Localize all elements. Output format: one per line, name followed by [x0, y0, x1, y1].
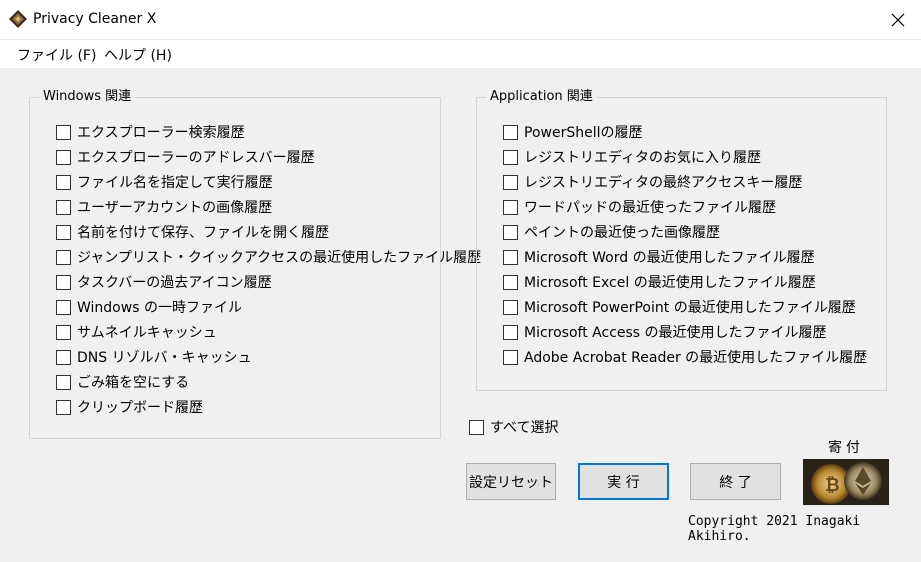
windows-item-checkbox-1[interactable]: エクスプローラーのアドレスバー履歴 [56, 147, 315, 167]
app-item-checkbox-label: Microsoft PowerPoint の最近使用したファイル履歴 [524, 300, 856, 316]
application-group-title: Application 関連 [486, 89, 597, 105]
app-item-checkbox-label: Microsoft Excel の最近使用したファイル履歴 [524, 275, 816, 291]
checkbox-box[interactable] [503, 349, 518, 365]
app-item-checkbox-label: PowerShellの履歴 [524, 125, 643, 141]
windows-item-checkbox-10[interactable]: ごみ箱を空にする [56, 372, 189, 392]
app-item-checkbox-6[interactable]: Microsoft Excel の最近使用したファイル履歴 [503, 272, 816, 292]
exit-button[interactable]: 終 了 [690, 463, 781, 500]
windows-item-checkbox-label: ファイル名を指定して実行履歴 [77, 175, 273, 191]
windows-item-checkbox-6[interactable]: タスクバーの過去アイコン履歴 [56, 272, 272, 292]
menu-help[interactable]: ヘルプ (H) [104, 45, 172, 65]
checkbox-box[interactable] [503, 274, 518, 290]
windows-item-checkbox-label: ユーザーアカウントの画像履歴 [77, 200, 273, 216]
window-title: Privacy Cleaner X [33, 11, 157, 27]
checkbox-box[interactable] [56, 149, 71, 165]
app-item-checkbox-4[interactable]: ペイントの最近使った画像履歴 [503, 222, 720, 242]
checkbox-box[interactable] [56, 124, 71, 140]
application-group: Application 関連 PowerShellの履歴レジストリエディタのお気… [476, 89, 887, 391]
menu-file[interactable]: ファイル (F) [17, 45, 96, 65]
checkbox-box[interactable] [56, 224, 71, 240]
app-item-checkbox-1[interactable]: レジストリエディタのお気に入り履歴 [503, 147, 761, 167]
checkbox-box[interactable] [56, 349, 71, 365]
checkbox-box[interactable] [56, 324, 71, 340]
select-all-checkbox[interactable]: すべて選択 [469, 417, 558, 437]
app-item-checkbox-0[interactable]: PowerShellの履歴 [503, 122, 642, 142]
checkbox-box[interactable] [503, 149, 518, 165]
windows-item-checkbox-11[interactable]: クリップボード履歴 [56, 397, 203, 417]
app-item-checkbox-label: ペイントの最近使った画像履歴 [524, 225, 720, 241]
menu-bar: ファイル (F) ヘルプ (H) [0, 40, 921, 68]
app-item-checkbox-label: Microsoft Word の最近使用したファイル履歴 [524, 250, 815, 266]
app-item-checkbox-8[interactable]: Microsoft Access の最近使用したファイル履歴 [503, 322, 827, 342]
app-item-checkbox-label: レジストリエディタのお気に入り履歴 [524, 150, 762, 166]
donate-coins-icon[interactable]: ₿ [803, 459, 889, 505]
title-bar: Privacy Cleaner X [0, 0, 921, 40]
windows-item-checkbox-5[interactable]: ジャンプリスト・クイックアクセスの最近使用したファイル履歴 [56, 247, 481, 267]
app-item-checkbox-label: Microsoft Access の最近使用したファイル履歴 [524, 325, 827, 341]
windows-item-checkbox-4[interactable]: 名前を付けて保存、ファイルを開く履歴 [56, 222, 329, 242]
app-item-checkbox-label: Adobe Acrobat Reader の最近使用したファイル履歴 [524, 350, 868, 366]
checkbox-box[interactable] [56, 399, 71, 415]
windows-item-checkbox-label: クリップボード履歴 [77, 400, 203, 416]
reset-settings-button[interactable]: 設定リセット [466, 463, 556, 500]
windows-item-checkbox-3[interactable]: ユーザーアカウントの画像履歴 [56, 197, 272, 217]
select-all-label: すべて選択 [490, 420, 559, 436]
windows-item-checkbox-2[interactable]: ファイル名を指定して実行履歴 [56, 172, 273, 192]
windows-item-checkbox-label: サムネイルキャッシュ [77, 325, 217, 341]
app-icon [9, 10, 27, 28]
checkbox-box[interactable] [56, 299, 71, 315]
checkbox-box[interactable] [503, 224, 518, 240]
svg-text:₿: ₿ [825, 475, 840, 496]
checkbox-box[interactable] [503, 174, 518, 190]
checkbox-box[interactable] [56, 199, 71, 215]
checkbox-box[interactable] [503, 199, 518, 215]
windows-item-checkbox-label: エクスプローラーのアドレスバー履歴 [77, 150, 315, 166]
windows-item-checkbox-label: ごみ箱を空にする [77, 375, 190, 391]
app-item-checkbox-5[interactable]: Microsoft Word の最近使用したファイル履歴 [503, 247, 815, 267]
copyright-text: Copyright 2021 Inagaki Akihiro. [688, 514, 861, 544]
checkbox-box[interactable] [503, 249, 518, 265]
windows-item-checkbox-7[interactable]: Windows の一時ファイル [56, 297, 242, 317]
app-item-checkbox-7[interactable]: Microsoft PowerPoint の最近使用したファイル履歴 [503, 297, 856, 317]
app-item-checkbox-label: ワードパッドの最近使ったファイル履歴 [524, 200, 776, 216]
checkbox-box[interactable] [503, 299, 518, 315]
checkbox-box[interactable] [56, 174, 71, 190]
checkbox-box[interactable] [503, 324, 518, 340]
windows-item-checkbox-label: タスクバーの過去アイコン履歴 [77, 275, 272, 291]
checkbox-box[interactable] [503, 124, 518, 140]
windows-item-checkbox-0[interactable]: エクスプローラー検索履歴 [56, 122, 245, 142]
app-item-checkbox-3[interactable]: ワードパッドの最近使ったファイル履歴 [503, 197, 776, 217]
app-item-checkbox-2[interactable]: レジストリエディタの最終アクセスキー履歴 [503, 172, 802, 192]
app-item-checkbox-9[interactable]: Adobe Acrobat Reader の最近使用したファイル履歴 [503, 347, 867, 367]
windows-item-checkbox-label: DNS リゾルバ・キャッシュ [77, 350, 252, 366]
windows-group-title: Windows 関連 [39, 89, 136, 105]
checkbox-box[interactable] [56, 249, 71, 265]
close-button[interactable] [875, 0, 921, 40]
windows-item-checkbox-8[interactable]: サムネイルキャッシュ [56, 322, 217, 342]
checkbox-box[interactable] [56, 374, 71, 390]
run-button[interactable]: 実 行 [578, 463, 669, 500]
checkbox-box[interactable] [56, 274, 71, 290]
windows-item-checkbox-9[interactable]: DNS リゾルバ・キャッシュ [56, 347, 252, 367]
donate-label: 寄付 [828, 440, 864, 456]
windows-item-checkbox-label: ジャンプリスト・クイックアクセスの最近使用したファイル履歴 [77, 250, 482, 266]
windows-item-checkbox-label: 名前を付けて保存、ファイルを開く履歴 [77, 225, 329, 241]
windows-group: Windows 関連 エクスプローラー検索履歴エクスプローラーのアドレスバー履歴… [29, 89, 481, 439]
close-icon [891, 13, 905, 27]
windows-item-checkbox-label: エクスプローラー検索履歴 [77, 125, 245, 141]
checkbox-box[interactable] [469, 419, 484, 435]
app-item-checkbox-label: レジストリエディタの最終アクセスキー履歴 [524, 175, 803, 191]
windows-item-checkbox-label: Windows の一時ファイル [77, 300, 242, 316]
